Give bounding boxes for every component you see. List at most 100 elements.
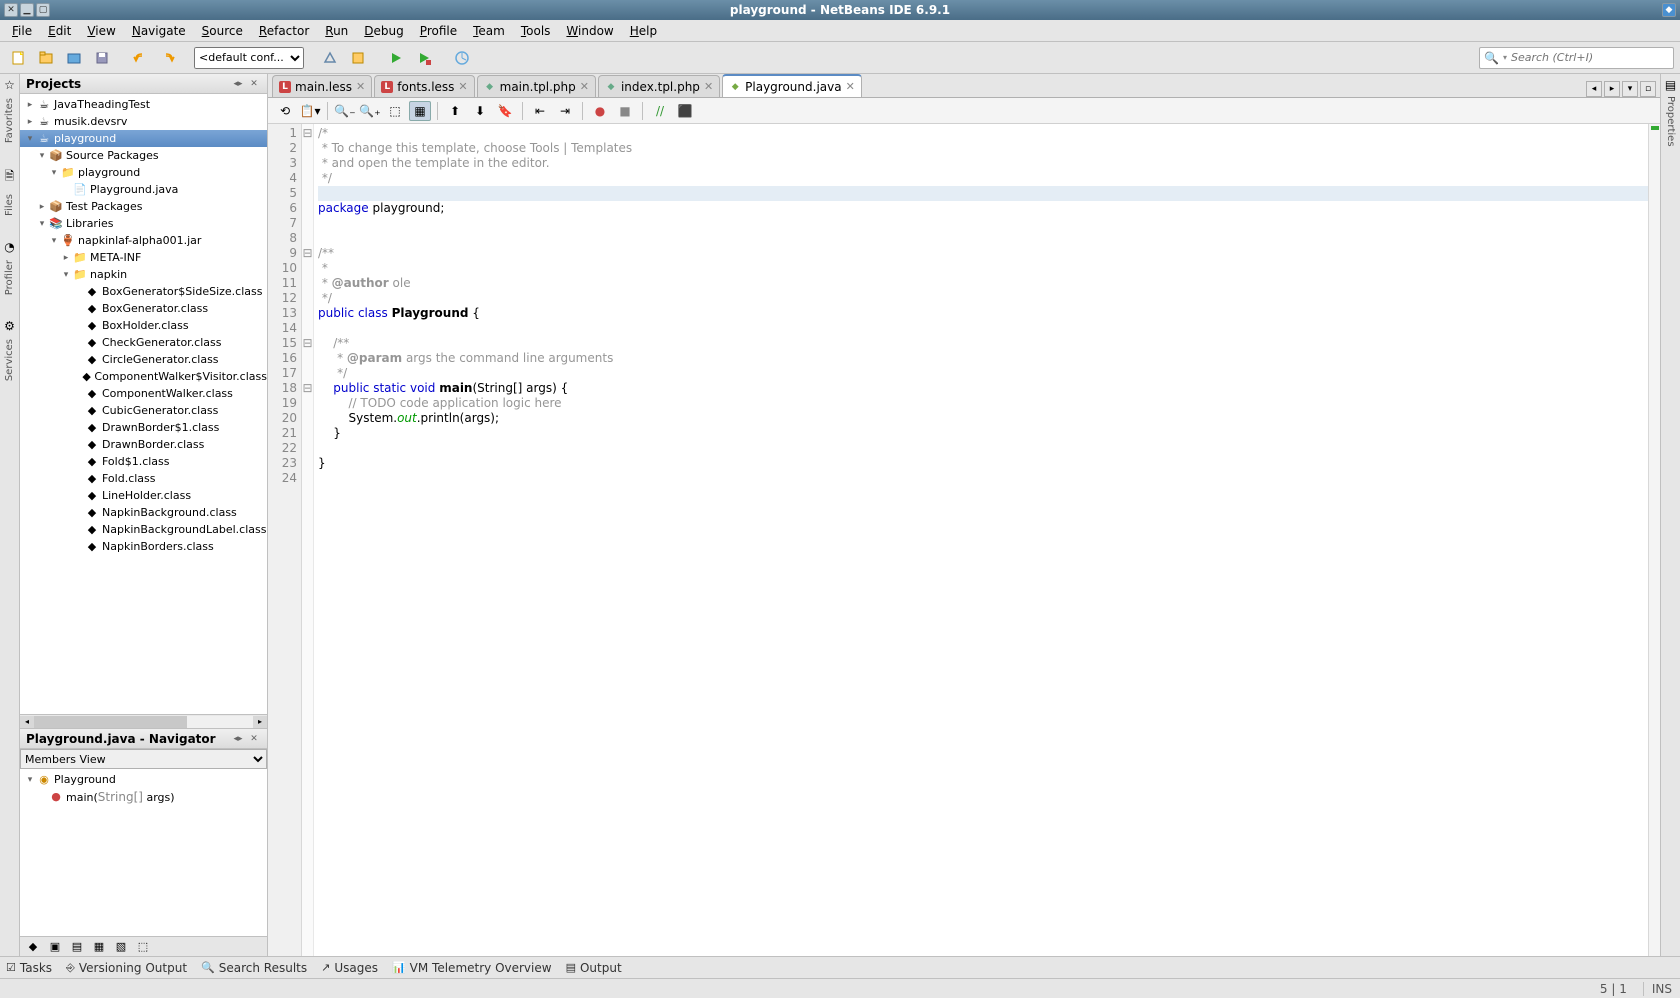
search-box[interactable]: 🔍 ▾ <box>1479 47 1674 69</box>
tree-node[interactable]: ◆DrawnBorder$1.class <box>20 419 267 436</box>
navigator-view-select[interactable]: Members View <box>20 749 267 769</box>
clean-build-button[interactable] <box>346 46 370 70</box>
redo-button[interactable] <box>156 46 180 70</box>
tree-node[interactable]: ◆Fold$1.class <box>20 453 267 470</box>
menu-window[interactable]: Window <box>558 22 621 40</box>
services-rail-tab[interactable]: Services <box>2 335 17 385</box>
tree-node[interactable]: ◆BoxGenerator.class <box>20 300 267 317</box>
panel-minimize-button[interactable]: ◂▸ <box>231 78 245 90</box>
prev-bookmark-button[interactable]: ⬆ <box>444 101 466 121</box>
shift-left-button[interactable]: ⇤ <box>529 101 551 121</box>
tree-node[interactable]: ▸📁META-INF <box>20 249 267 266</box>
nav-minimize-button[interactable]: ◂▸ <box>231 733 245 745</box>
next-bookmark-button[interactable]: ⬇ <box>469 101 491 121</box>
nav-filter-button-6[interactable]: ⬚ <box>134 939 152 955</box>
properties-rail-tab[interactable]: Properties <box>1663 92 1678 151</box>
tab-close-button[interactable]: ✕ <box>704 80 713 93</box>
tree-node[interactable]: ◆LineHolder.class <box>20 487 267 504</box>
menu-profile[interactable]: Profile <box>412 22 465 40</box>
bottom-tab-output[interactable]: ▤Output <box>566 961 622 975</box>
tab-maximize-button[interactable]: ▫ <box>1640 81 1656 97</box>
source-button[interactable]: ⟲ <box>274 101 296 121</box>
minimize-window-button[interactable]: ▁ <box>20 3 34 17</box>
tree-node[interactable]: ◆CheckGenerator.class <box>20 334 267 351</box>
tree-node[interactable]: ▾📁napkin <box>20 266 267 283</box>
bottom-tab-tasks[interactable]: ☑Tasks <box>6 961 52 975</box>
tree-node[interactable]: ▾🏺napkinlaf-alpha001.jar <box>20 232 267 249</box>
nav-close-button[interactable]: ✕ <box>247 733 261 745</box>
maximize-window-button[interactable]: ▢ <box>36 3 50 17</box>
new-file-button[interactable] <box>6 46 30 70</box>
tree-node[interactable]: ▾📁playground <box>20 164 267 181</box>
tree-node[interactable]: ▾☕playground <box>20 130 267 147</box>
menu-run[interactable]: Run <box>317 22 356 40</box>
search-dropdown-icon[interactable]: ▾ <box>1503 53 1507 62</box>
nav-filter-button-4[interactable]: ▦ <box>90 939 108 955</box>
properties-rail-icon[interactable]: ▤ <box>1665 78 1676 92</box>
menu-refactor[interactable]: Refactor <box>251 22 317 40</box>
favorites-rail-tab[interactable]: Favorites <box>2 94 17 147</box>
tree-node[interactable]: ◆NapkinBorders.class <box>20 538 267 555</box>
tab-index-tpl-php[interactable]: ◆index.tpl.php✕ <box>598 75 720 97</box>
tab-close-button[interactable]: ✕ <box>580 80 589 93</box>
tree-node[interactable]: 📄Playground.java <box>20 181 267 198</box>
close-window-button[interactable]: ✕ <box>4 3 18 17</box>
toggle-bookmark-button[interactable]: 🔖 <box>494 101 516 121</box>
open-project-button[interactable] <box>62 46 86 70</box>
navigator-tree[interactable]: ▾◉Playground●main(String[] args) <box>20 769 267 936</box>
tree-node[interactable]: ◆NapkinBackground.class <box>20 504 267 521</box>
shift-right-button[interactable]: ⇥ <box>554 101 576 121</box>
tree-node[interactable]: ◆NapkinBackgroundLabel.class <box>20 521 267 538</box>
tree-node[interactable]: ◆BoxHolder.class <box>20 317 267 334</box>
tree-node[interactable]: ◆BoxGenerator$SideSize.class <box>20 283 267 300</box>
bottom-tab-search-results[interactable]: 🔍Search Results <box>201 961 307 975</box>
stop-macro-button[interactable]: ■ <box>614 101 636 121</box>
tree-node[interactable]: ◆ComponentWalker.class <box>20 385 267 402</box>
services-rail-icon[interactable]: ⚙ <box>4 319 15 333</box>
bottom-tab-vm-telemetry-overview[interactable]: 📊VM Telemetry Overview <box>392 961 552 975</box>
tab-Playground-java[interactable]: ◆Playground.java✕ <box>722 74 862 97</box>
tree-node[interactable]: ◆ComponentWalker$Visitor.class <box>20 368 267 385</box>
debug-button[interactable] <box>412 46 436 70</box>
start-macro-button[interactable]: ● <box>589 101 611 121</box>
profiler-rail-icon[interactable]: ◔ <box>4 240 14 254</box>
menu-debug[interactable]: Debug <box>356 22 411 40</box>
tab-fonts-less[interactable]: Lfonts.less✕ <box>374 75 474 97</box>
forward-button[interactable]: ⬚ <box>384 101 406 121</box>
build-button[interactable] <box>318 46 342 70</box>
nav-node[interactable]: ●main(String[] args) <box>20 788 267 805</box>
run-config-select[interactable]: <default conf... <box>194 47 304 69</box>
tree-node[interactable]: ▸☕JavaTheadingTest <box>20 96 267 113</box>
nav-filter-button-5[interactable]: ▧ <box>112 939 130 955</box>
tree-node[interactable]: ◆CubicGenerator.class <box>20 402 267 419</box>
save-all-button[interactable] <box>90 46 114 70</box>
projects-tree[interactable]: ▸☕JavaTheadingTest▸☕musik.devsrv▾☕playgr… <box>20 94 267 714</box>
menu-help[interactable]: Help <box>622 22 665 40</box>
run-button[interactable] <box>384 46 408 70</box>
menu-edit[interactable]: Edit <box>40 22 79 40</box>
highlight-button[interactable]: ▦ <box>409 101 431 121</box>
menu-file[interactable]: File <box>4 22 40 40</box>
panel-close-button[interactable]: ✕ <box>247 78 261 90</box>
tree-node[interactable]: ◆CircleGenerator.class <box>20 351 267 368</box>
last-edit-button[interactable]: 🔍₋ <box>334 101 356 121</box>
history-button[interactable]: 📋▾ <box>299 101 321 121</box>
projects-hscrollbar[interactable]: ◂▸ <box>20 714 267 728</box>
nav-filter-button-2[interactable]: ▣ <box>46 939 64 955</box>
back-button[interactable]: 🔍₊ <box>359 101 381 121</box>
tree-node[interactable]: ▸☕musik.devsrv <box>20 113 267 130</box>
menu-view[interactable]: View <box>79 22 123 40</box>
code-editor[interactable]: 123456789101112131415161718192021222324 … <box>268 124 1660 956</box>
profiler-rail-tab[interactable]: Profiler <box>2 256 17 299</box>
files-rail-icon[interactable]: 🗎 <box>5 167 15 188</box>
tab-close-button[interactable]: ✕ <box>846 80 855 93</box>
tab-list-button[interactable]: ▾ <box>1622 81 1638 97</box>
menu-source[interactable]: Source <box>194 22 251 40</box>
undo-button[interactable] <box>128 46 152 70</box>
comment-button[interactable]: // <box>649 101 671 121</box>
bottom-tab-versioning-output[interactable]: ⎆Versioning Output <box>66 961 187 975</box>
tab-scroll-left-button[interactable]: ◂ <box>1586 81 1602 97</box>
fold-column[interactable]: ⊟⊟⊟⊟ <box>302 124 314 956</box>
bottom-tab-usages[interactable]: ↗Usages <box>321 961 378 975</box>
favorites-rail-icon[interactable]: ☆ <box>4 78 15 92</box>
